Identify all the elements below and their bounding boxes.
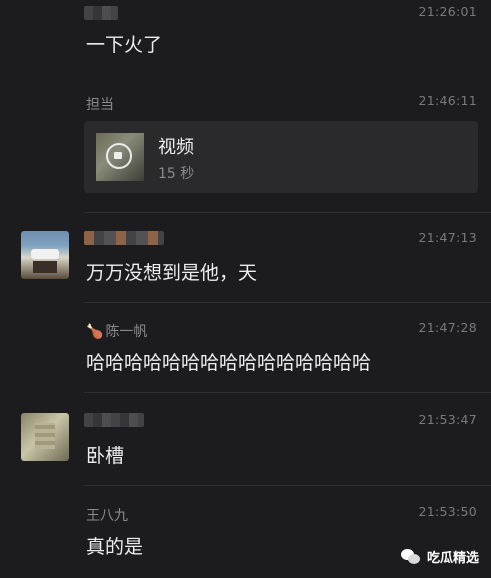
sender-name-label: 陈一帆 (105, 324, 148, 340)
video-play-icon (106, 143, 132, 169)
sender-name-blurred (84, 6, 118, 20)
message-text[interactable]: 哈哈哈哈哈哈哈哈哈哈哈哈哈哈哈 (86, 348, 371, 375)
wechat-icon (400, 548, 421, 565)
video-message-card[interactable]: 视频 15 秒 (84, 121, 478, 193)
sender-name-blurred (84, 413, 144, 427)
message-divider (84, 212, 491, 213)
avatar[interactable] (21, 413, 69, 461)
drumstick-icon: 🍗 (86, 324, 104, 340)
sender-name-blurred (84, 231, 164, 245)
message-time: 21:46:11 (418, 93, 477, 108)
video-thumbnail (96, 133, 144, 181)
video-duration: 15 秒 (158, 166, 195, 182)
message-text[interactable]: 一下火了 (86, 30, 162, 57)
video-title: 视频 (158, 137, 194, 158)
watermark: 吃瓜精选 (400, 547, 479, 566)
sender-name: 🍗 陈一帆 (86, 321, 147, 341)
message-divider (84, 302, 491, 303)
watermark-label: 吃瓜精选 (426, 551, 479, 566)
message-divider (84, 485, 491, 486)
message-time: 21:53:50 (418, 504, 477, 519)
message-time: 21:47:28 (418, 320, 477, 335)
message-time: 21:53:47 (418, 412, 477, 427)
message-time: 21:47:13 (418, 230, 477, 245)
message-text[interactable]: 万万没想到是他，天 (86, 258, 257, 285)
message-text[interactable]: 真的是 (86, 532, 143, 559)
avatar[interactable] (21, 231, 69, 279)
sender-name: 担当 (86, 97, 114, 113)
message-time: 21:26:01 (418, 4, 477, 19)
sender-name: 王八九 (86, 508, 128, 524)
message-divider (84, 392, 491, 393)
message-text[interactable]: 卧槽 (86, 441, 124, 468)
